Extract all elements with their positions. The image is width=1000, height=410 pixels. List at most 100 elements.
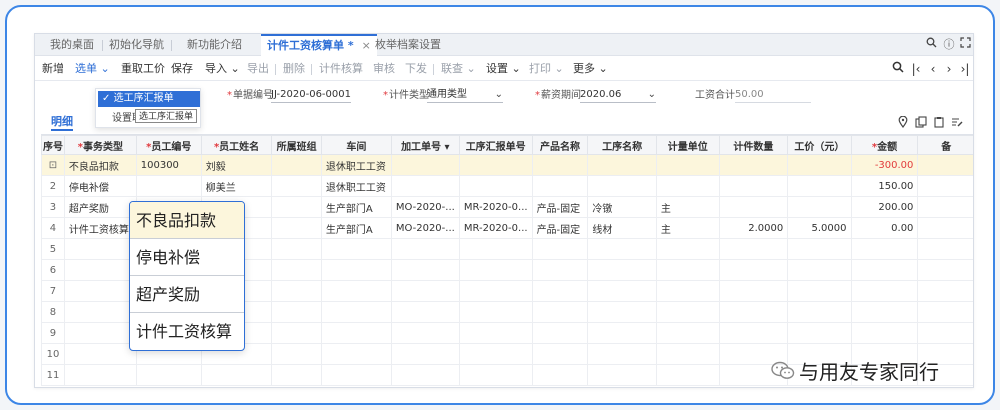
print-button[interactable]: 打印 ⌄ [529,57,564,81]
table-cell[interactable] [655,259,720,281]
column-header[interactable]: 产品名称 [531,135,589,155]
table-cell[interactable] [587,322,657,344]
table-cell[interactable]: 5.0000 [787,217,852,239]
table-cell[interactable] [850,259,919,281]
table-cell[interactable] [787,238,852,260]
column-header[interactable]: 加工单号 ▾ [390,135,460,155]
new-button[interactable]: 新增 [42,57,64,81]
table-cell[interactable] [135,175,202,197]
table-cell[interactable] [390,280,460,302]
table-cell[interactable] [320,259,392,281]
table-cell[interactable] [458,364,533,386]
table-cell[interactable] [63,343,137,365]
help-icon[interactable]: ⓘ [941,37,957,53]
table-cell[interactable] [587,259,657,281]
table-cell[interactable] [587,238,657,260]
table-cell[interactable]: 刘毅 [200,154,273,176]
table-cell[interactable] [271,259,322,281]
table-cell[interactable] [271,217,322,239]
table-cell[interactable] [320,301,392,323]
tab-new-features[interactable]: 新功能介绍 [187,34,242,56]
table-cell[interactable] [917,280,973,302]
table-cell[interactable] [63,259,137,281]
table-cell[interactable] [271,280,322,302]
table-cell[interactable] [320,343,392,365]
export-button[interactable]: 导出 [247,57,269,81]
menu-item-select-process-report[interactable]: ✓ 选工序汇报单 [98,91,200,107]
table-cell[interactable] [63,322,137,344]
prev-record-icon[interactable]: ‹ [926,61,940,77]
table-cell[interactable] [271,196,322,218]
table-cell[interactable] [271,301,322,323]
table-cell[interactable]: 200.00 [850,196,919,218]
table-cell[interactable] [718,301,789,323]
table-cell[interactable] [917,259,973,281]
table-cell[interactable]: 停电补偿 [63,175,137,197]
table-cell[interactable] [655,175,720,197]
table-cell[interactable] [531,301,589,323]
table-cell[interactable]: 退休职工工资 [320,175,392,197]
piece-type-select[interactable]: 通用类型 ⌄ [427,87,503,103]
table-cell[interactable]: 不良品扣款 [63,154,137,176]
table-cell[interactable] [787,196,852,218]
fullscreen-icon[interactable] [957,37,973,53]
table-cell[interactable] [63,280,137,302]
table-cell[interactable]: 计件工资核算 [63,217,137,239]
copy-row-icon[interactable] [915,116,927,128]
edit-columns-icon[interactable] [951,116,963,128]
table-cell[interactable]: MO-2020-... [390,217,460,239]
table-cell[interactable]: 主 [655,196,720,218]
column-header[interactable]: 备 [917,135,973,155]
table-row[interactable]: ⊡ 不良品扣款 100300 刘毅 退休职工工资 -300.00 [41,154,973,176]
table-cell[interactable] [271,175,322,197]
table-cell[interactable]: 线材 [587,217,657,239]
table-cell[interactable]: MR-2020-0... [458,217,533,239]
close-icon[interactable]: × [362,39,371,52]
table-cell[interactable] [458,175,533,197]
table-cell[interactable] [458,259,533,281]
last-record-icon[interactable]: ›| [958,61,972,77]
table-cell[interactable] [587,364,657,386]
table-cell[interactable]: 冷镦 [587,196,657,218]
column-header[interactable]: *员工姓名 [200,135,273,155]
table-cell[interactable] [718,175,789,197]
doc-no-field[interactable]: JJ-2020-06-0001 [271,87,351,103]
table-cell[interactable]: MR-2020-0... [458,196,533,218]
table-cell[interactable] [390,364,460,386]
column-header[interactable]: *事务类型 [63,135,137,155]
table-cell[interactable] [135,364,202,386]
table-cell[interactable] [531,259,589,281]
table-cell[interactable] [531,364,589,386]
table-cell[interactable] [390,154,460,176]
column-header[interactable]: *员工编号 [135,135,202,155]
table-cell[interactable] [271,364,322,386]
table-cell[interactable]: 生产部门A [320,196,392,218]
popup-item-overproduction-bonus[interactable]: 超产奖励 [130,276,244,313]
table-cell[interactable] [718,322,789,344]
table-cell[interactable]: MO-2020-... [390,196,460,218]
table-cell[interactable] [655,322,720,344]
table-cell[interactable] [320,364,392,386]
import-button[interactable]: 导入 ⌄ [205,57,240,81]
table-cell[interactable] [390,301,460,323]
column-header[interactable]: 车间 [320,135,392,155]
table-cell[interactable]: 主 [655,217,720,239]
table-cell[interactable] [458,238,533,260]
table-cell[interactable] [850,280,919,302]
table-cell[interactable] [787,154,852,176]
column-header[interactable]: 序号 [41,135,65,155]
table-cell[interactable] [655,343,720,365]
table-cell[interactable] [718,196,789,218]
table-cell[interactable] [718,280,789,302]
table-cell[interactable] [390,259,460,281]
table-cell[interactable] [531,154,589,176]
table-cell[interactable] [850,301,919,323]
save-button[interactable]: 保存 [171,57,193,81]
location-icon[interactable] [897,115,909,129]
table-cell[interactable] [917,217,973,239]
column-header[interactable]: 工序名称 [587,135,657,155]
table-cell[interactable] [531,343,589,365]
table-cell[interactable] [917,322,973,344]
table-cell[interactable] [850,238,919,260]
table-cell[interactable] [718,154,789,176]
